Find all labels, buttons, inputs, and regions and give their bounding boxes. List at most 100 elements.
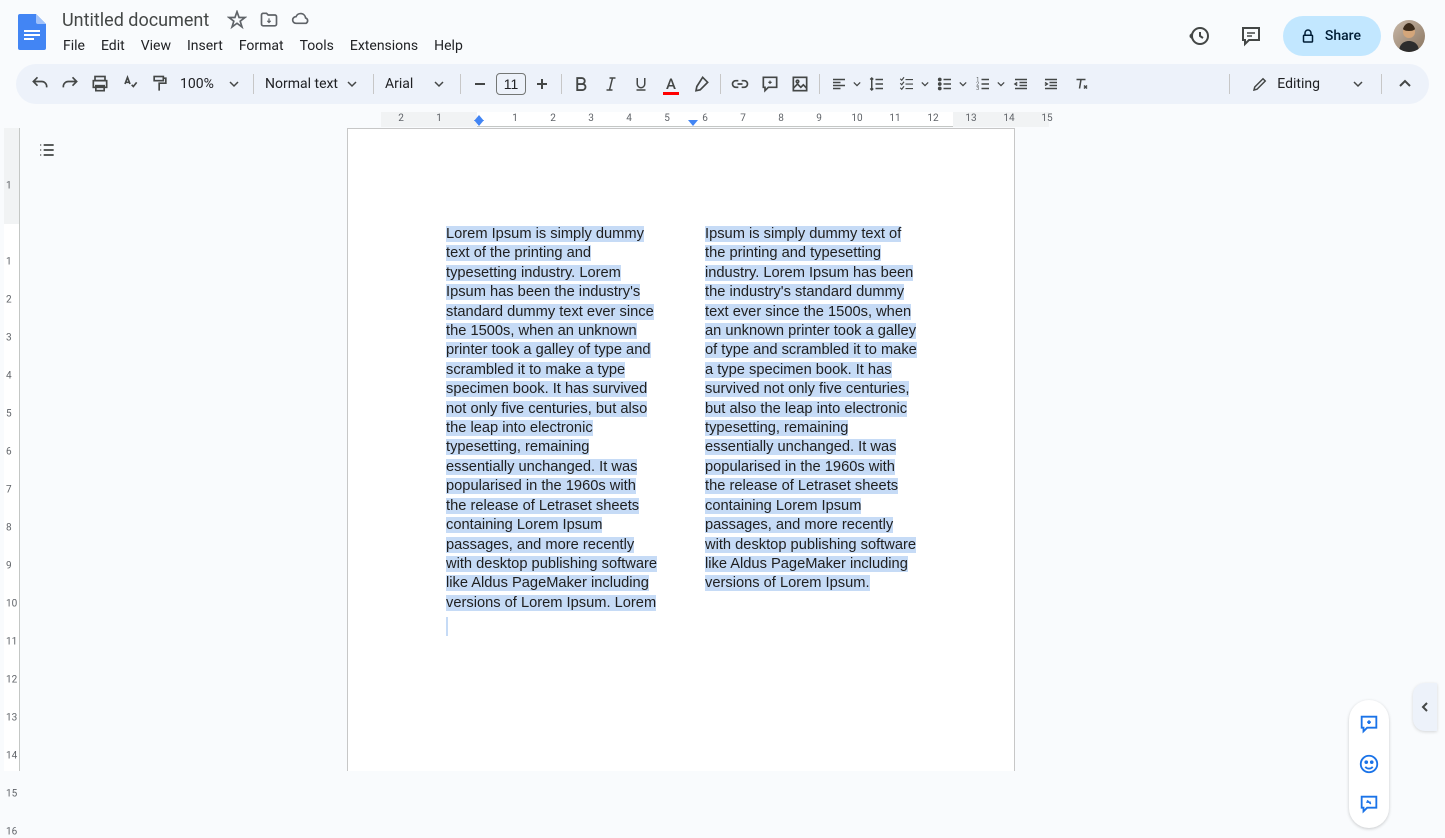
comments-icon[interactable] (1231, 16, 1271, 56)
menu-view[interactable]: View (134, 36, 178, 56)
side-panel-toggle[interactable] (1413, 683, 1437, 731)
add-comment-button[interactable] (1349, 704, 1389, 744)
highlight-button[interactable] (687, 70, 715, 98)
ruler-tick: 16 (6, 827, 17, 838)
ruler-tick: 1 (512, 113, 518, 124)
bold-button[interactable] (567, 70, 595, 98)
ruler-tick: 11 (6, 637, 17, 648)
ruler-tick: 8 (778, 113, 784, 124)
menu-format[interactable]: Format (232, 36, 291, 56)
docs-app-icon[interactable] (12, 12, 52, 52)
font-size-decrease[interactable] (466, 70, 494, 98)
print-button[interactable] (86, 70, 114, 98)
ruler-tick: 6 (702, 113, 708, 124)
indent-increase-button[interactable] (1037, 70, 1065, 98)
ruler-tick: 7 (6, 485, 12, 496)
ruler-tick: 13 (6, 713, 17, 724)
text-color-button[interactable]: A (657, 70, 685, 98)
left-indent-marker[interactable] (474, 120, 484, 126)
suggest-edits-button[interactable] (1349, 784, 1389, 824)
checklist-select[interactable] (893, 70, 929, 98)
star-icon[interactable] (227, 10, 247, 30)
ruler-tick: 5 (664, 113, 670, 124)
lock-icon (1299, 27, 1317, 45)
chevron-down-icon (997, 80, 1005, 88)
svg-text:3: 3 (976, 86, 979, 92)
add-emoji-button[interactable] (1349, 744, 1389, 784)
mode-select[interactable]: Editing (1239, 75, 1376, 93)
ruler-tick: 14 (6, 751, 17, 762)
chevron-down-icon (921, 80, 929, 88)
numbered-list-select[interactable]: 123 (969, 70, 1005, 98)
document-scroll-area[interactable]: Lorem Ipsum is simply dummy text of the … (20, 128, 1423, 771)
pencil-icon (1251, 75, 1269, 93)
line-spacing-select[interactable] (863, 70, 891, 98)
ruler-tick: 4 (626, 113, 632, 124)
chevron-down-icon (224, 79, 244, 89)
account-avatar[interactable] (1393, 20, 1425, 52)
chevron-down-icon (853, 80, 861, 88)
paragraph-style-select[interactable]: Normal text (259, 76, 368, 92)
collapse-toolbar-button[interactable] (1391, 70, 1419, 98)
horizontal-ruler[interactable]: 21123456789101112131415 (38, 112, 1423, 128)
ruler-tick: 12 (927, 113, 938, 124)
ruler-tick: 1 (436, 113, 442, 124)
share-button[interactable]: Share (1283, 16, 1381, 56)
chevron-down-icon (342, 79, 362, 89)
italic-button[interactable] (597, 70, 625, 98)
version-history-icon[interactable] (1179, 16, 1219, 56)
document-title[interactable]: Untitled document (56, 9, 215, 32)
menu-file[interactable]: File (56, 36, 92, 56)
spellcheck-button[interactable] (116, 70, 144, 98)
ruler-tick: 13 (965, 113, 976, 124)
menu-tools[interactable]: Tools (293, 36, 341, 56)
ruler-tick: 11 (889, 113, 900, 124)
body-col1-text: Lorem Ipsum is simply dummy text of the … (446, 226, 657, 611)
cloud-status-icon[interactable] (291, 10, 311, 30)
chevron-down-icon (1348, 79, 1368, 89)
bulleted-list-select[interactable] (931, 70, 967, 98)
zoom-select[interactable]: 100% (176, 76, 248, 92)
ruler-tick: 9 (6, 561, 12, 572)
font-size-input[interactable] (496, 73, 526, 95)
ruler-tick: 7 (740, 113, 746, 124)
style-value: Normal text (265, 76, 338, 92)
column-2[interactable]: Ipsum is simply dummy text of the printi… (705, 225, 918, 636)
indent-decrease-button[interactable] (1007, 70, 1035, 98)
ruler-tick: 12 (6, 675, 17, 686)
ruler-tick: 1 (6, 181, 12, 192)
menu-insert[interactable]: Insert (180, 36, 230, 56)
vertical-ruler[interactable]: 112345678910111213141516 (4, 128, 20, 771)
menu-help[interactable]: Help (427, 36, 470, 56)
menu-extensions[interactable]: Extensions (343, 36, 425, 56)
right-indent-marker[interactable] (688, 120, 698, 126)
align-select[interactable] (825, 70, 861, 98)
share-label: Share (1325, 28, 1361, 44)
menu-edit[interactable]: Edit (94, 36, 132, 56)
zoom-value: 100% (180, 76, 220, 92)
font-select[interactable]: Arial (379, 76, 455, 92)
insert-image-button[interactable] (786, 70, 814, 98)
ruler-tick: 15 (6, 789, 17, 800)
font-value: Arial (385, 76, 425, 92)
page-1[interactable]: Lorem Ipsum is simply dummy text of the … (347, 128, 1015, 771)
redo-button[interactable] (56, 70, 84, 98)
paint-format-button[interactable] (146, 70, 174, 98)
ruler-tick: 4 (6, 371, 12, 382)
ruler-tick: 15 (1041, 113, 1052, 124)
ruler-tick: 10 (851, 113, 862, 124)
insert-comment-button[interactable] (756, 70, 784, 98)
insert-link-button[interactable] (726, 70, 754, 98)
ruler-tick: 3 (6, 333, 12, 344)
body-col2-text: Ipsum is simply dummy text of the printi… (705, 226, 917, 591)
clear-formatting-button[interactable] (1067, 70, 1095, 98)
ruler-tick: 1 (6, 257, 12, 268)
chevron-down-icon (959, 80, 967, 88)
underline-button[interactable] (627, 70, 655, 98)
move-icon[interactable] (259, 10, 279, 30)
font-size-increase[interactable] (528, 70, 556, 98)
menubar: File Edit View Insert Format Tools Exten… (56, 32, 1179, 60)
undo-button[interactable] (26, 70, 54, 98)
column-1[interactable]: Lorem Ipsum is simply dummy text of the … (446, 225, 659, 636)
outline-toggle-button[interactable] (31, 134, 63, 166)
